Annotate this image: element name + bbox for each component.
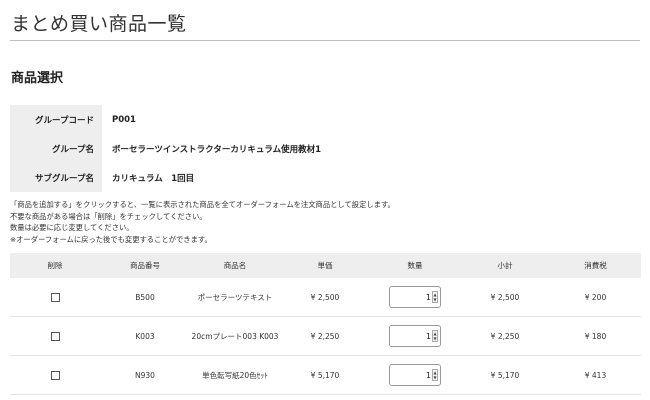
tax: ¥ 200	[550, 278, 641, 317]
table-header-row: 削除 商品番号 商品名 単価 数量 小計 消費税	[10, 253, 641, 278]
qty-cell: 1 ▲ ▼	[370, 316, 460, 356]
delete-checkbox[interactable]	[50, 331, 60, 341]
group-name-label: グループ名	[10, 134, 102, 163]
header-price: 単価	[280, 253, 370, 278]
delete-checkbox[interactable]	[50, 292, 60, 302]
subtotal: ¥ 2,500	[460, 278, 550, 317]
quantity-stepper[interactable]: 1 ▲ ▼	[389, 364, 441, 386]
spinner-arrows-icon[interactable]: ▲ ▼	[432, 291, 438, 303]
qty-cell: 1 ▲ ▼	[370, 355, 460, 395]
instruction-line: 不要な商品がある場合は「削除」をチェックしてください。	[10, 211, 207, 221]
quantity-stepper[interactable]: 1 ▲ ▼	[389, 286, 441, 308]
delete-cell	[10, 278, 100, 317]
product-name: 20cmプレート003 K003	[190, 316, 280, 356]
spinner-arrows-icon[interactable]: ▲ ▼	[432, 330, 438, 342]
header-code: 商品番号	[100, 253, 190, 278]
subtotal: ¥ 5,170	[460, 355, 550, 395]
title-divider	[10, 40, 640, 41]
instructions: 「商品を追加する」をクリックすると、一覧に表示された商品を全てオーダーフォームを…	[10, 199, 395, 245]
header-name: 商品名	[190, 253, 280, 278]
group-code-label: グループコード	[10, 105, 102, 134]
subgroup-name-value: カリキュラム 1回目	[112, 173, 195, 184]
product-code: K003	[100, 316, 190, 356]
subtotal: ¥ 2,250	[460, 316, 550, 356]
subgroup-name-row: サブグループ名 カリキュラム 1回目	[10, 163, 321, 192]
qty-cell: 1 ▲ ▼	[370, 278, 460, 317]
delete-cell	[10, 355, 100, 395]
group-name-value: ボーセラーツインストラクターカリキュラム使用教材1	[112, 144, 321, 155]
quantity-value: 1	[425, 331, 431, 341]
group-code-row: グループコード P001	[10, 105, 321, 134]
unit-price: ¥ 5,170	[280, 355, 370, 395]
instruction-line: 数量は必要に応じ変更してください。	[10, 223, 134, 232]
quantity-value: 1	[425, 370, 431, 380]
delete-checkbox[interactable]	[50, 370, 60, 380]
product-code: N930	[100, 355, 190, 395]
header-qty: 数量	[370, 253, 460, 278]
quantity-stepper[interactable]: 1 ▲ ▼	[389, 325, 441, 347]
group-info-table: グループコード P001 グループ名 ボーセラーツインストラクターカリキュラム使…	[10, 105, 321, 192]
group-code-value: P001	[112, 114, 136, 125]
product-table: 削除 商品番号 商品名 単価 数量 小計 消費税 B500 ポーセラーツテキスト…	[10, 253, 641, 395]
group-name-row: グループ名 ボーセラーツインストラクターカリキュラム使用教材1	[10, 134, 321, 163]
page-title: まとめ買い商品一覧	[11, 13, 187, 35]
subgroup-name-label: サブグループ名	[10, 163, 102, 192]
tax: ¥ 180	[550, 316, 641, 356]
spinner-arrows-icon[interactable]: ▲ ▼	[432, 369, 438, 381]
table-row: N930 単色転写紙20色ｾｯﾄ ¥ 5,170 1 ▲ ▼ ¥ 5,170 ¥ …	[10, 355, 641, 395]
header-delete: 削除	[10, 253, 100, 278]
quantity-value: 1	[425, 292, 431, 302]
instruction-line: 「商品を追加する」をクリックすると、一覧に表示された商品を全てオーダーフォームを…	[10, 200, 395, 209]
tax: ¥ 413	[550, 355, 641, 395]
unit-price: ¥ 2,250	[280, 316, 370, 356]
header-subtotal: 小計	[460, 253, 550, 278]
product-name: 単色転写紙20色ｾｯﾄ	[190, 355, 280, 395]
section-title: 商品選択	[11, 71, 64, 86]
header-tax: 消費税	[550, 253, 641, 278]
table-row: K003 20cmプレート003 K003 ¥ 2,250 1 ▲ ▼ ¥ 2,2…	[10, 316, 641, 356]
product-code: B500	[100, 278, 190, 317]
instruction-line: ※オーダーフォームに戻った後でも変更することができます。	[10, 234, 212, 244]
table-row: B500 ポーセラーツテキスト ¥ 2,500 1 ▲ ▼ ¥ 2,500 ¥ 2…	[10, 278, 641, 317]
delete-cell	[10, 316, 100, 356]
product-name: ポーセラーツテキスト	[190, 278, 280, 317]
unit-price: ¥ 2,500	[280, 278, 370, 317]
